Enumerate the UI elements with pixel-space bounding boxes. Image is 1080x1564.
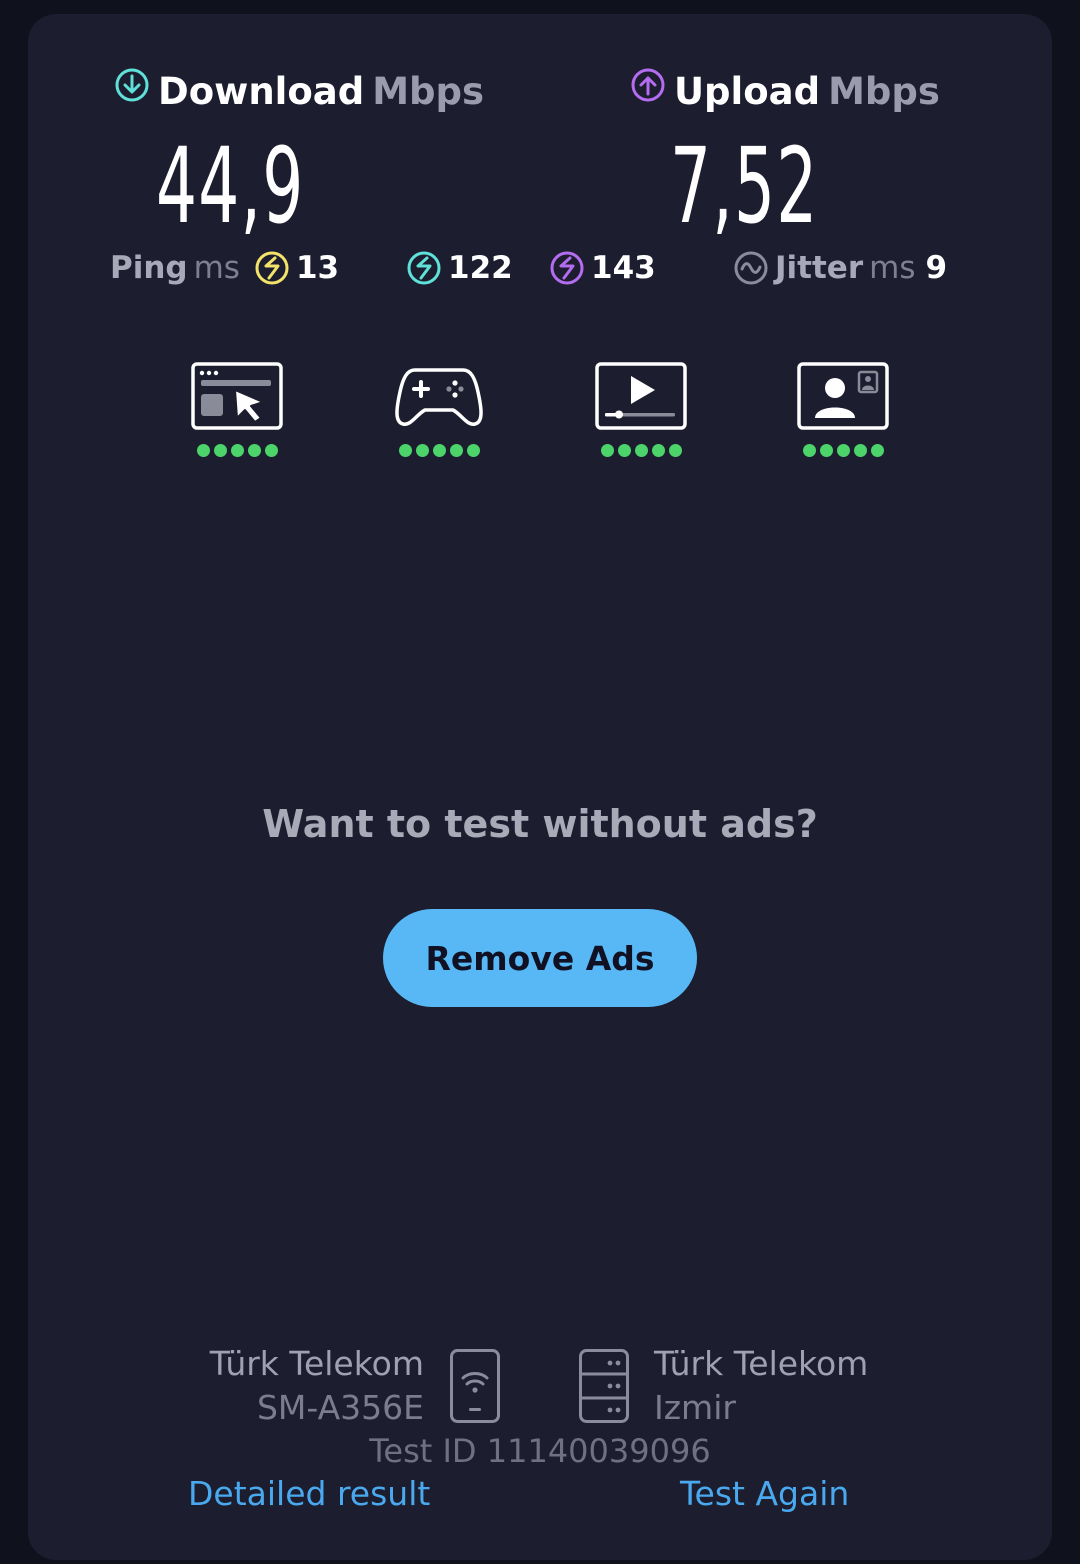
ping-label: Ping — [110, 250, 188, 286]
idle-ping-value: 13 — [295, 250, 340, 286]
jitter-group: Jitter ms 9 — [733, 250, 947, 286]
client-provider: Türk Telekom — [209, 1344, 424, 1383]
jitter-label: Jitter — [775, 250, 864, 286]
upload-ping-icon — [550, 251, 584, 285]
idle-ping-icon — [255, 251, 289, 285]
jitter-unit: ms — [869, 250, 916, 286]
upload-unit: Mbps — [828, 70, 940, 113]
client-info: Türk Telekom SM-A356E — [210, 1342, 424, 1430]
quality-rating — [595, 444, 687, 457]
quality-rating — [393, 444, 485, 457]
download-title: Download — [158, 70, 365, 113]
jitter-value: 9 — [925, 250, 948, 286]
result-card: Download Mbps 44,9 Upload Mbps 7,52 Ping… — [28, 14, 1052, 1560]
test-again-link[interactable]: Test Again — [680, 1474, 849, 1513]
gaming-controller-icon — [395, 368, 483, 426]
download-label: Download Mbps — [114, 68, 485, 113]
download-arrow-circle-icon — [115, 68, 149, 101]
server-icon — [579, 1349, 629, 1423]
video-streaming-icon — [595, 362, 687, 430]
upload-value: 7,52 — [670, 125, 819, 247]
quality-rating — [191, 444, 283, 457]
server-info: Türk Telekom Izmir — [654, 1342, 868, 1430]
quality-rating — [797, 444, 889, 457]
download-unit: Mbps — [372, 70, 485, 113]
detailed-result-link[interactable]: Detailed result — [188, 1474, 430, 1513]
video-call-icon — [797, 362, 889, 430]
ping-unit: ms — [193, 250, 240, 286]
upload-ping-value: 143 — [591, 250, 656, 286]
download-ping-group: 122 — [406, 250, 513, 286]
phone-wifi-icon — [450, 1349, 500, 1423]
remove-ads-button[interactable]: Remove Ads — [383, 909, 697, 1007]
ping-group: Ping ms 13 — [110, 250, 339, 286]
promo-text: Want to test without ads? — [262, 802, 818, 846]
quality-gaming[interactable] — [393, 362, 485, 457]
test-id: Test ID 11140039096 — [369, 1432, 711, 1470]
upload-arrow-circle-icon — [631, 68, 665, 101]
upload-label: Upload Mbps — [630, 68, 940, 113]
upload-ping-group: 143 — [549, 250, 656, 286]
server-provider: Türk Telekom — [654, 1344, 869, 1383]
download-value: 44,9 — [156, 125, 305, 247]
client-device: SM-A356E — [256, 1388, 424, 1427]
jitter-wave-icon — [734, 251, 768, 285]
server-location: Izmir — [654, 1388, 736, 1427]
download-ping-value: 122 — [448, 250, 513, 286]
quality-web-browsing[interactable] — [191, 362, 283, 457]
quality-video-call[interactable] — [797, 362, 889, 457]
upload-title: Upload — [674, 70, 821, 113]
download-ping-icon — [407, 251, 441, 285]
web-browsing-icon — [191, 362, 283, 430]
quality-streaming[interactable] — [595, 362, 687, 457]
